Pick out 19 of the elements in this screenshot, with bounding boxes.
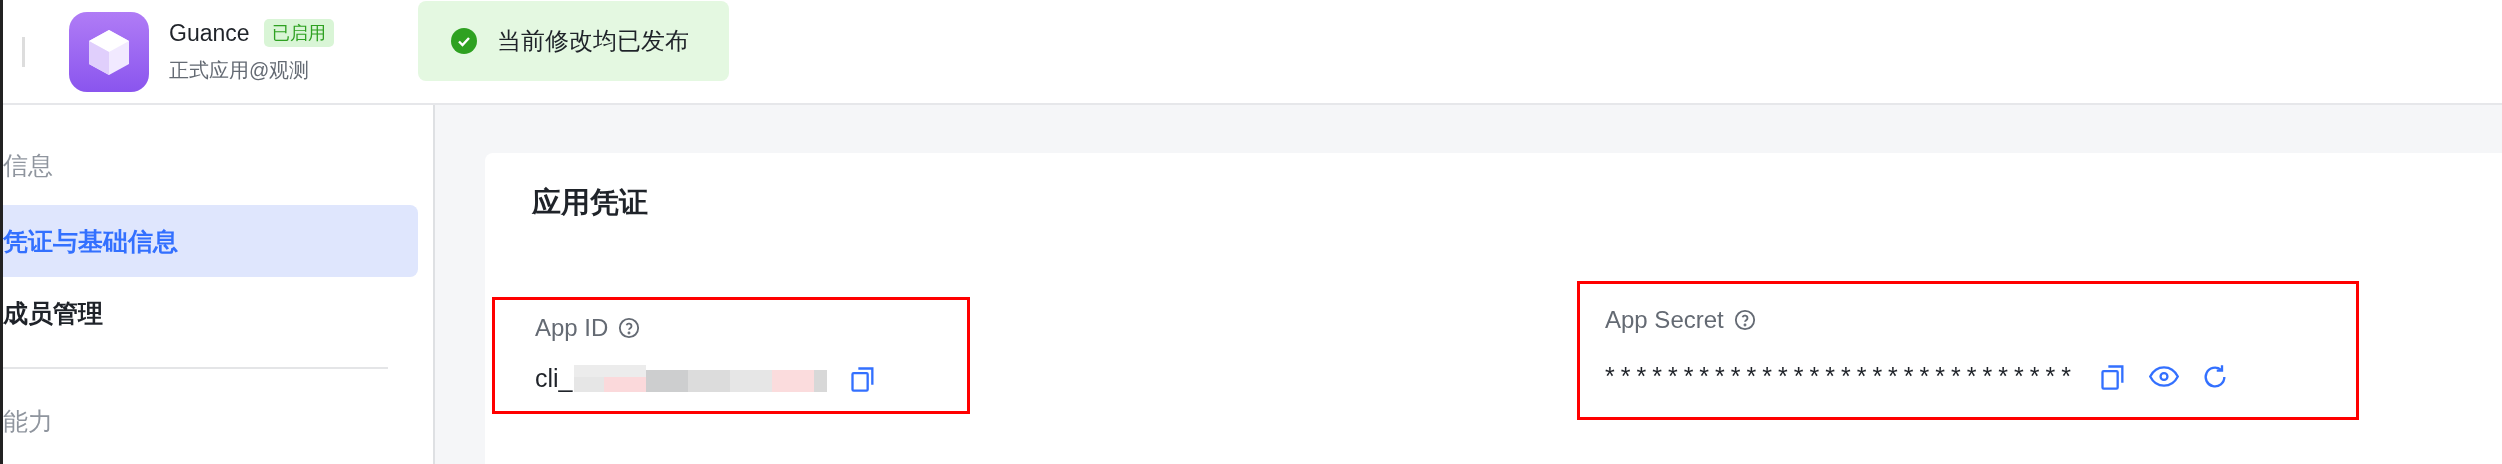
- sidebar-item[interactable]: 成员管理: [3, 277, 418, 349]
- status-badge: 已启用: [263, 19, 334, 47]
- check-icon: [450, 27, 477, 54]
- sidebar-group-label: 信息: [3, 149, 54, 181]
- app-subtitle: 正式应用@观测: [169, 58, 311, 83]
- app-name: Guance: [169, 19, 250, 47]
- toast-message: 当前修改均已发布: [496, 25, 689, 56]
- help-icon[interactable]: [618, 317, 641, 339]
- field-value: ******************************: [1605, 362, 2077, 391]
- field-value: cli_: [535, 364, 573, 393]
- copy-icon[interactable]: [2098, 362, 2127, 391]
- field-label: App ID: [535, 314, 609, 342]
- copy-icon[interactable]: [848, 364, 877, 393]
- eye-icon[interactable]: [2148, 365, 2179, 388]
- field-label: App Secret: [1605, 306, 1724, 334]
- app-logo-icon: [69, 11, 149, 92]
- help-icon[interactable]: [1733, 309, 1756, 331]
- card-title: 应用凭证: [532, 185, 649, 220]
- sidebar-group-label: 能力: [3, 405, 54, 437]
